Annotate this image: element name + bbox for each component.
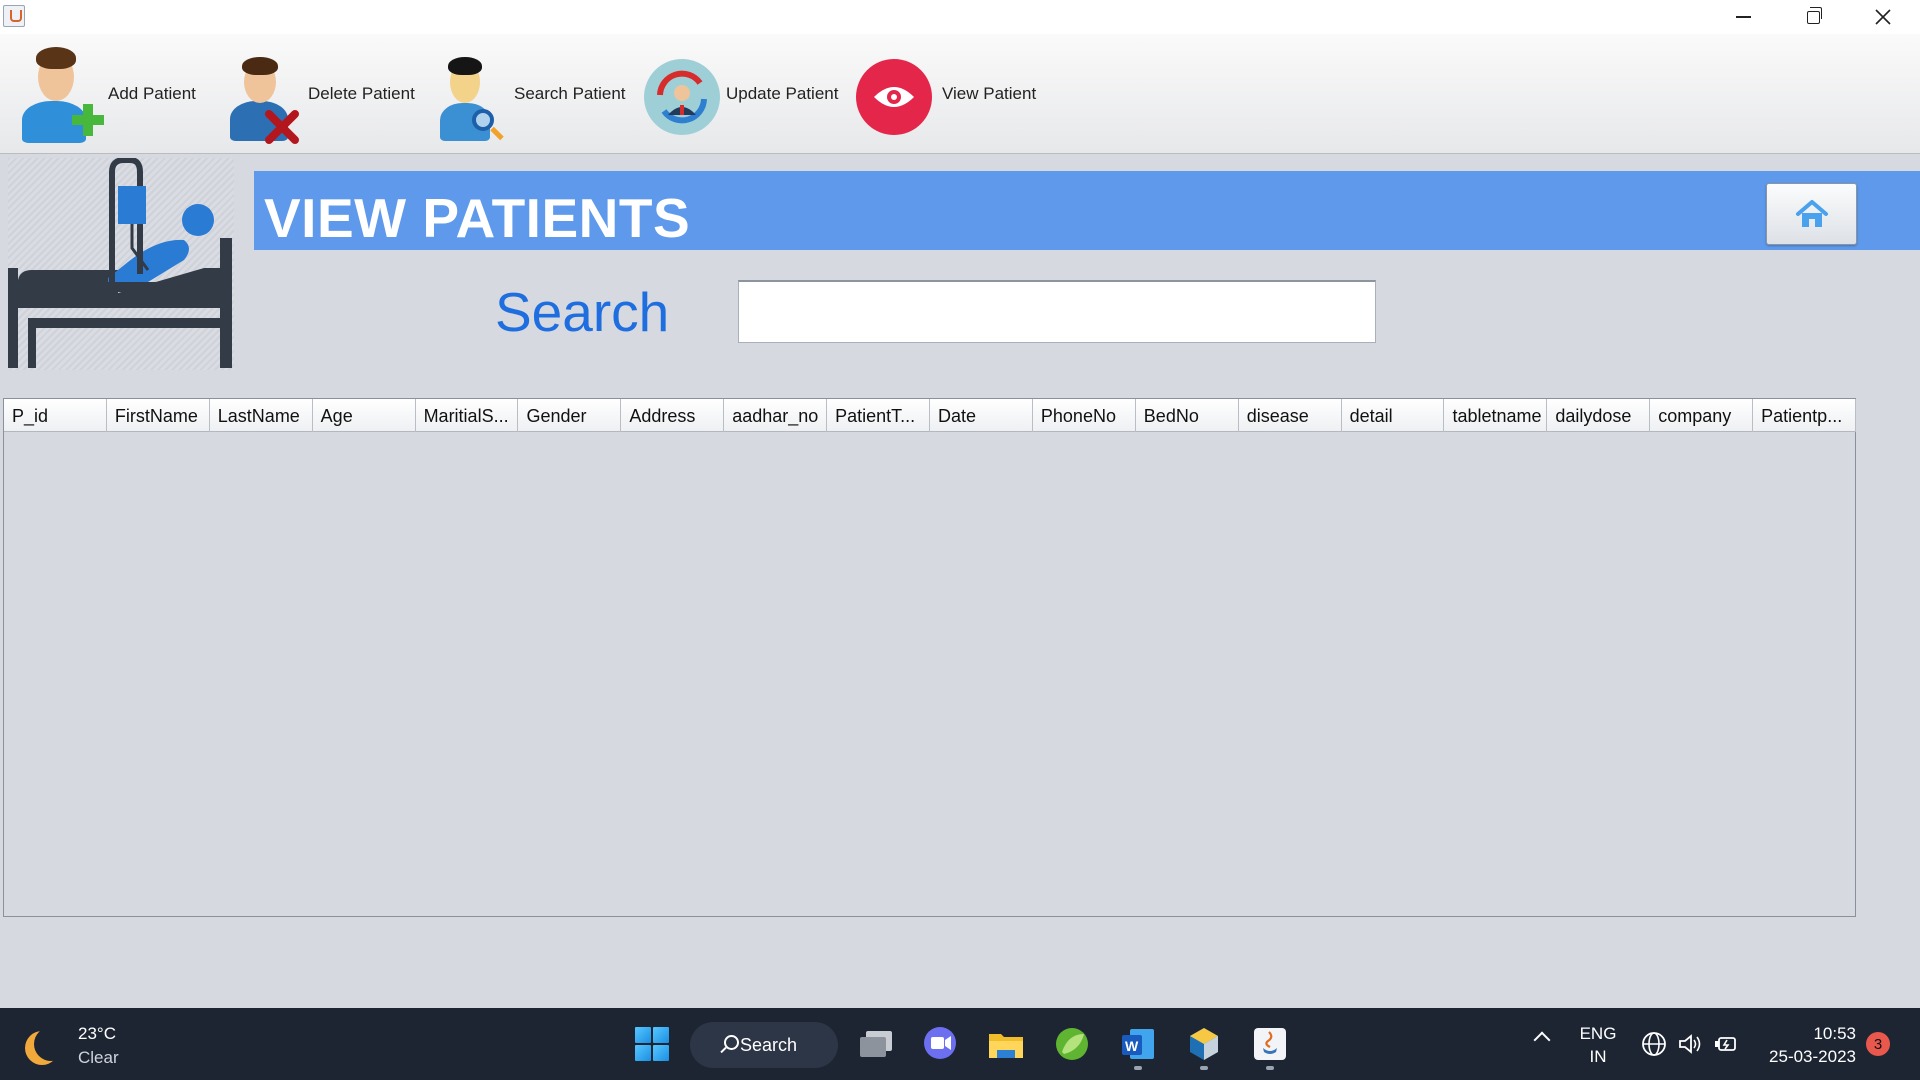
minimize-button[interactable] (1708, 0, 1778, 34)
close-icon (1875, 9, 1891, 25)
delete-patient-label: Delete Patient (308, 84, 415, 103)
volume-icon[interactable] (1676, 1030, 1704, 1058)
running-indicator (1266, 1066, 1274, 1070)
svg-text:W: W (1125, 1038, 1139, 1054)
netbeans-icon[interactable] (1178, 1020, 1230, 1070)
task-view-icon[interactable] (850, 1020, 902, 1068)
search-patient-label: Search Patient (514, 84, 626, 103)
main-toolbar: Add Patient Delete Patient Search Patien… (0, 34, 1920, 154)
column-header[interactable]: Age (313, 399, 416, 432)
close-button[interactable] (1848, 0, 1918, 34)
search-icon (724, 1035, 739, 1050)
patients-table[interactable]: P_id FirstName LastName Age MaritialS...… (3, 398, 1857, 917)
column-header[interactable]: Gender (518, 399, 622, 432)
word-icon[interactable]: W (1112, 1020, 1164, 1070)
column-header[interactable]: detail (1342, 399, 1445, 432)
home-button[interactable] (1766, 183, 1857, 245)
page-title: VIEW PATIENTS (264, 187, 691, 249)
delete-patient-button[interactable]: Delete Patient (222, 34, 415, 154)
column-header[interactable]: PhoneNo (1033, 399, 1136, 432)
restore-icon (1806, 6, 1822, 24)
language-line1: ENG (1579, 1024, 1617, 1043)
java-icon[interactable] (1244, 1020, 1296, 1070)
column-header[interactable]: company (1650, 399, 1754, 432)
column-header[interactable]: MaritialS... (416, 399, 519, 432)
search-patient-icon (432, 39, 510, 149)
system-clock[interactable]: 10:53 25-03-2023 (1760, 1022, 1856, 1068)
restore-button[interactable] (1778, 0, 1848, 34)
column-header[interactable]: PatientT... (827, 399, 931, 432)
column-header[interactable]: Address (621, 399, 725, 432)
table-header: P_id FirstName LastName Age MaritialS...… (4, 399, 1857, 432)
running-indicator (1200, 1066, 1208, 1070)
view-patient-button[interactable]: View Patient (854, 34, 1036, 154)
weather-temp: 23°C (78, 1024, 116, 1043)
start-button[interactable] (628, 1020, 676, 1068)
column-header[interactable]: dailydose (1547, 399, 1651, 432)
search-input[interactable] (738, 280, 1376, 343)
language-indicator[interactable]: ENG IN (1578, 1022, 1618, 1068)
column-header[interactable]: FirstName (107, 399, 210, 432)
home-icon (1795, 200, 1828, 227)
window-title-bar (0, 0, 1920, 34)
moon-icon (34, 1027, 68, 1061)
update-patient-button[interactable]: Update Patient (642, 34, 838, 154)
weather-widget[interactable]: 23°C Clear (24, 1022, 119, 1070)
taskbar-search[interactable]: Search (690, 1022, 838, 1068)
hospital-bed-image (8, 157, 234, 370)
taskbar-search-label: Search (740, 1034, 798, 1055)
network-globe-icon[interactable] (1640, 1030, 1668, 1058)
column-header[interactable]: LastName (210, 399, 313, 432)
minimize-icon (1735, 16, 1751, 18)
update-patient-label: Update Patient (726, 84, 839, 103)
spring-tool-icon[interactable] (1046, 1020, 1098, 1068)
file-explorer-icon[interactable] (980, 1020, 1032, 1068)
add-patient-button[interactable]: Add Patient (14, 34, 196, 154)
teams-chat-icon[interactable] (914, 1020, 966, 1068)
delete-patient-icon (222, 39, 304, 149)
weather-condition: Clear (78, 1048, 119, 1067)
update-patient-icon (642, 39, 722, 149)
column-header[interactable]: aadhar_no (724, 399, 828, 432)
column-header[interactable]: disease (1239, 399, 1342, 432)
column-header[interactable]: Date (930, 399, 1033, 432)
search-patient-button[interactable]: Search Patient (432, 34, 626, 154)
column-header[interactable]: tabletname (1444, 399, 1548, 432)
view-patient-icon (854, 39, 938, 149)
language-line2: IN (1589, 1047, 1607, 1066)
windows-taskbar: 23°C Clear Search W ENG IN 10:53 25-03-2… (0, 1008, 1920, 1080)
notification-badge[interactable]: 3 (1866, 1032, 1890, 1056)
running-indicator (1134, 1066, 1142, 1070)
column-header[interactable]: Patientp... (1753, 399, 1857, 432)
clock-date: 25-03-2023 (1769, 1047, 1856, 1066)
column-header[interactable]: BedNo (1136, 399, 1239, 432)
view-patient-label: View Patient (942, 84, 1037, 103)
add-patient-label: Add Patient (108, 84, 196, 103)
battery-icon[interactable] (1712, 1030, 1740, 1058)
page-header: VIEW PATIENTS (254, 171, 1920, 250)
column-header[interactable]: P_id (4, 399, 107, 432)
add-patient-icon (14, 39, 104, 149)
search-label: Search (495, 281, 670, 343)
clock-time: 10:53 (1813, 1024, 1856, 1043)
chevron-up-icon[interactable] (1533, 1031, 1551, 1049)
java-app-icon (3, 5, 25, 27)
windows-logo-icon (635, 1027, 669, 1061)
